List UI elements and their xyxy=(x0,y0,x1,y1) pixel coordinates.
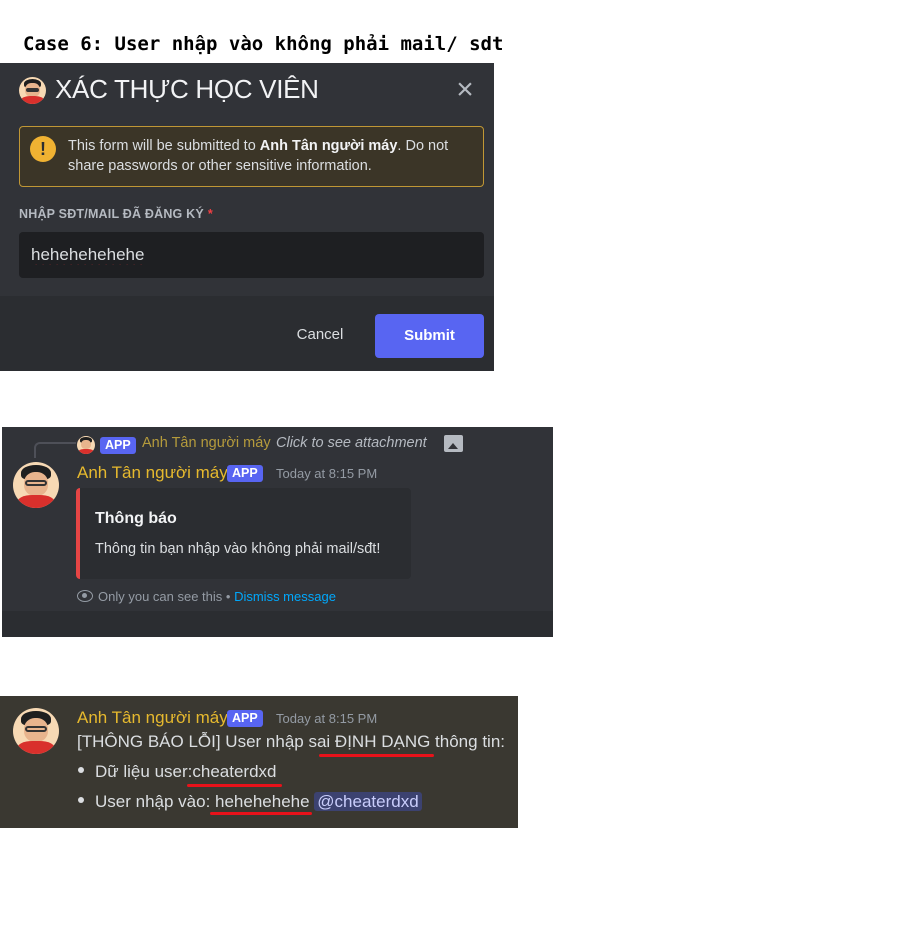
field-label: NHẬP SĐT/MAIL ĐÃ ĐĂNG KÝ * xyxy=(19,207,213,221)
ephemeral-note: Only you can see this • Dismiss message xyxy=(77,589,336,604)
eye-icon xyxy=(77,590,93,602)
error-heading: [THÔNG BÁO LỖI] User nhập sai ĐỊNH DẠNG … xyxy=(77,732,505,751)
format-highlight: ĐỊNH DẠNG xyxy=(334,732,431,751)
timestamp: Today at 8:15 PM xyxy=(276,711,378,726)
timestamp: Today at 8:15 PM xyxy=(276,466,378,481)
verify-modal: XÁC THỰC HỌC VIÊN × ! This form will be … xyxy=(0,63,494,371)
reply-preview[interactable]: Click to see attachment xyxy=(276,435,427,451)
submit-button[interactable]: Submit xyxy=(375,314,484,358)
user-input-value: hehehehehe xyxy=(215,792,310,811)
author-avatar[interactable] xyxy=(13,708,59,754)
reply-avatar[interactable] xyxy=(77,436,95,454)
user-data-value: cheaterdxd xyxy=(192,762,277,781)
contact-input[interactable] xyxy=(19,232,484,278)
warning-bot-name: Anh Tân người máy xyxy=(259,138,398,154)
required-mark: * xyxy=(207,207,213,221)
app-badge: APP xyxy=(227,710,263,727)
close-icon[interactable]: × xyxy=(451,75,479,105)
warning-notice: ! This form will be submitted to Anh Tân… xyxy=(19,126,484,187)
modal-header: XÁC THỰC HỌC VIÊN × xyxy=(0,63,494,123)
ephemeral-message: APP Anh Tân người máy Click to see attac… xyxy=(2,427,553,637)
case-title: Case 6: User nhập vào không phải mail/ s… xyxy=(23,33,504,55)
list-item: User nhập vào: hehehehehe @cheaterdxd xyxy=(78,792,422,812)
warning-text: This form will be submitted to Anh Tân n… xyxy=(68,138,449,174)
error-log-message: Anh Tân người máy APP Today at 8:15 PM [… xyxy=(0,696,518,828)
author-avatar[interactable] xyxy=(13,462,59,508)
list-item: Dữ liệu user:cheaterdxd xyxy=(78,762,277,782)
author-name[interactable]: Anh Tân người máy xyxy=(77,463,228,483)
embed-description: Thông tin bạn nhập vào không phải mail/s… xyxy=(95,541,381,557)
modal-title: XÁC THỰC HỌC VIÊN xyxy=(55,74,319,104)
annotation-underline xyxy=(210,812,312,815)
reply-connector xyxy=(34,442,76,458)
annotation-underline xyxy=(187,784,282,787)
reply-author[interactable]: Anh Tân người máy xyxy=(142,435,271,451)
annotation-underline xyxy=(319,754,434,757)
author-name[interactable]: Anh Tân người máy xyxy=(77,708,228,728)
panel-footer xyxy=(2,611,553,637)
cancel-button[interactable]: Cancel xyxy=(282,313,358,357)
embed-title: Thông báo xyxy=(95,510,177,527)
dismiss-link[interactable]: Dismiss message xyxy=(234,589,336,604)
modal-footer: Cancel Submit xyxy=(0,296,494,371)
user-mention[interactable]: @cheaterdxd xyxy=(314,792,422,811)
bot-avatar xyxy=(19,77,46,104)
app-badge: APP xyxy=(227,465,263,482)
notice-embed: Thông báo Thông tin bạn nhập vào không p… xyxy=(76,488,411,579)
app-badge: APP xyxy=(100,437,136,454)
warning-icon: ! xyxy=(30,136,56,162)
image-icon xyxy=(444,435,463,452)
